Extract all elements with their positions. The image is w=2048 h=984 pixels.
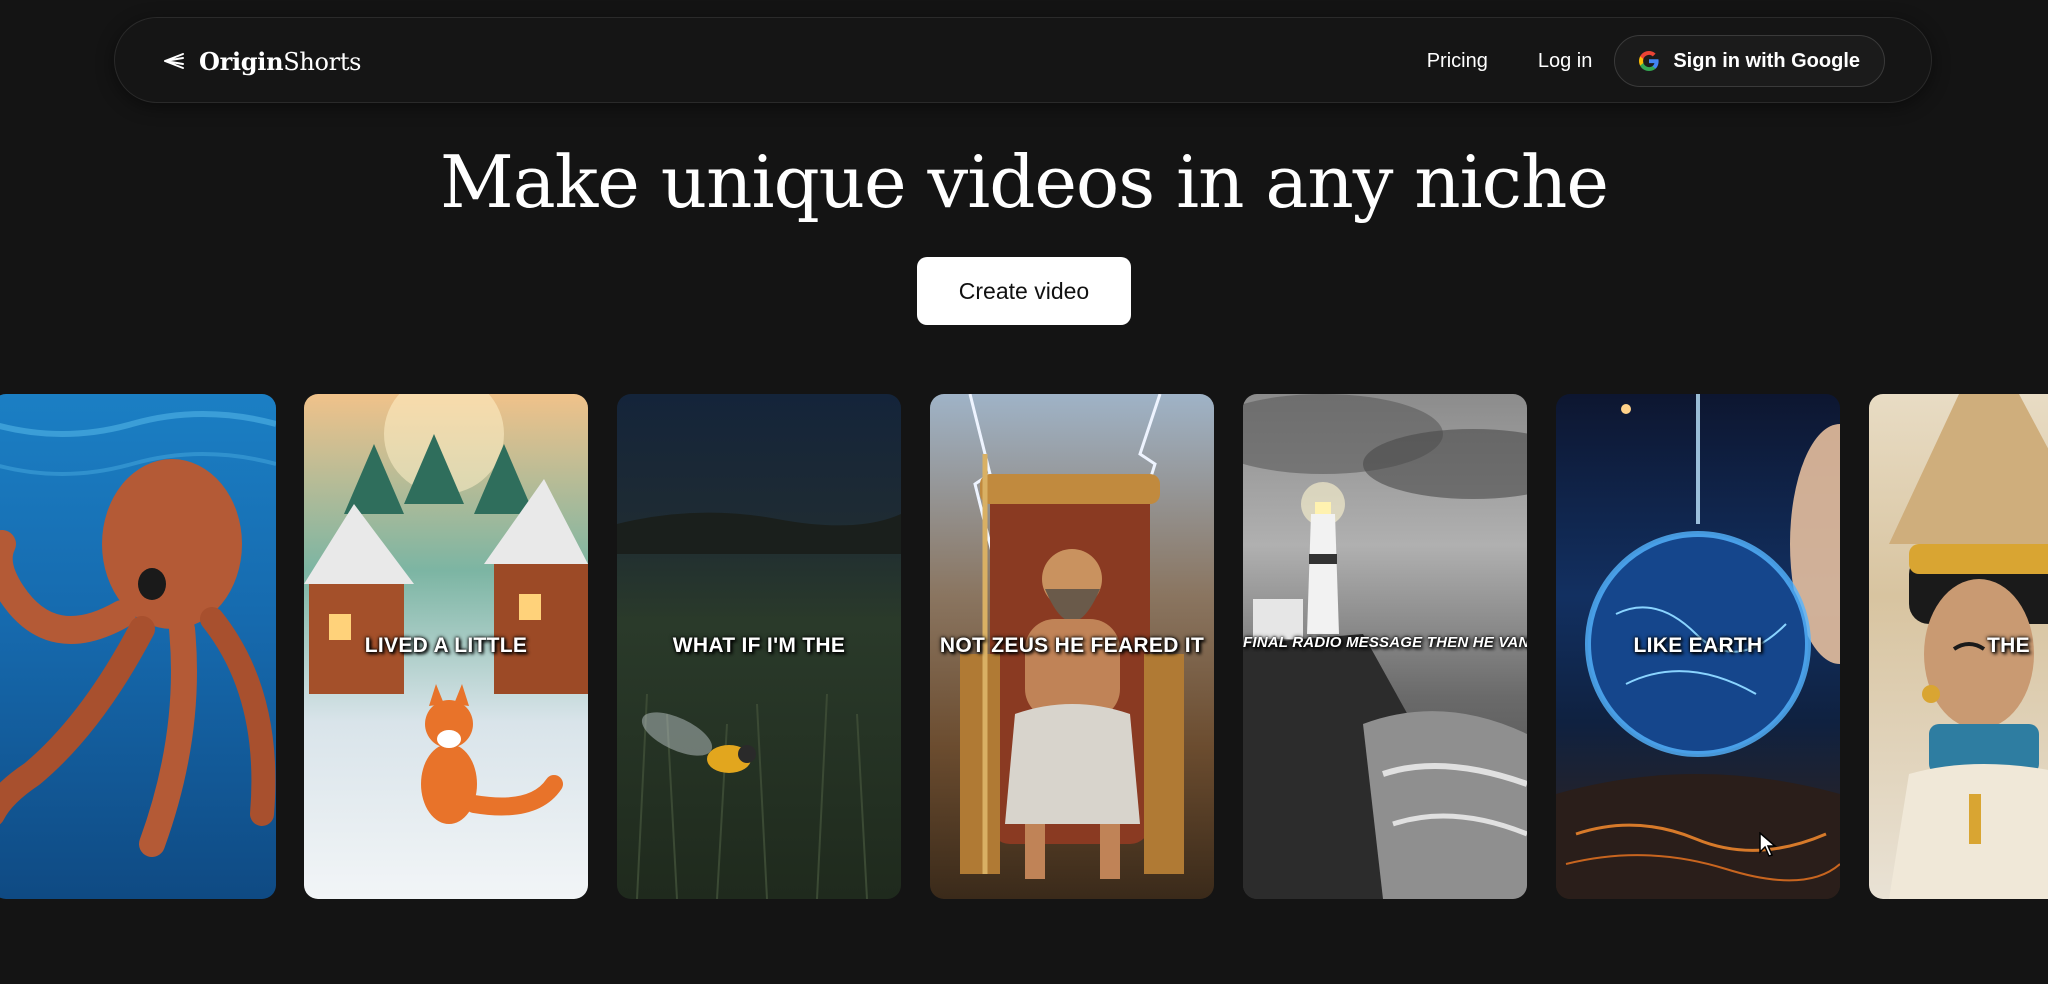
wing-arrow-icon <box>164 53 184 69</box>
video-card-lighthouse[interactable]: FINAL RADIO MESSAGE THEN HE VANISHED <box>1243 394 1527 899</box>
hero-title: Make unique videos in any niche <box>440 140 1609 224</box>
google-g-icon <box>1639 51 1659 71</box>
nav-actions: Pricing Log in Sign in with Google <box>1427 18 1885 104</box>
landing-page: OriginShorts Pricing Log in Sign in with… <box>0 0 2048 984</box>
video-card-planet[interactable]: LIKE EARTH <box>1556 394 1840 899</box>
octopus-thumbnail <box>0 411 276 857</box>
logo-text-light: Shorts <box>283 47 362 76</box>
pricing-link[interactable]: Pricing <box>1427 50 1488 73</box>
create-video-button[interactable]: Create video <box>917 257 1131 325</box>
google-signin-label: Sign in with Google <box>1673 49 1860 72</box>
top-nav: OriginShorts Pricing Log in Sign in with… <box>114 17 1932 103</box>
mouse-cursor-icon <box>1759 832 1777 857</box>
video-card-zeus[interactable]: NOT ZEUS HE FEARED IT <box>930 394 1214 899</box>
card-caption: WHAT IF I'M THE <box>672 634 846 657</box>
video-card-firefly[interactable]: WHAT IF I'M THE <box>617 394 901 899</box>
card-caption: LIVED A LITTLE <box>364 634 528 657</box>
google-signin-button[interactable]: Sign in with Google <box>1614 35 1885 87</box>
video-card-egypt[interactable]: THE <box>1869 394 2048 899</box>
logo[interactable]: OriginShorts <box>163 18 362 104</box>
logo-text-bold: Origin <box>199 46 284 76</box>
login-link[interactable]: Log in <box>1538 50 1593 73</box>
video-card-octopus[interactable] <box>0 394 276 899</box>
video-card-fox[interactable]: LIVED A LITTLE <box>304 394 588 899</box>
logo-text: OriginShorts <box>199 46 362 76</box>
card-caption: THE <box>1987 634 2030 657</box>
card-caption: FINAL RADIO MESSAGE THEN HE VANISHED <box>1243 634 1527 651</box>
card-caption: NOT ZEUS HE FEARED IT <box>939 634 1205 657</box>
card-caption: LIKE EARTH <box>1633 634 1763 657</box>
